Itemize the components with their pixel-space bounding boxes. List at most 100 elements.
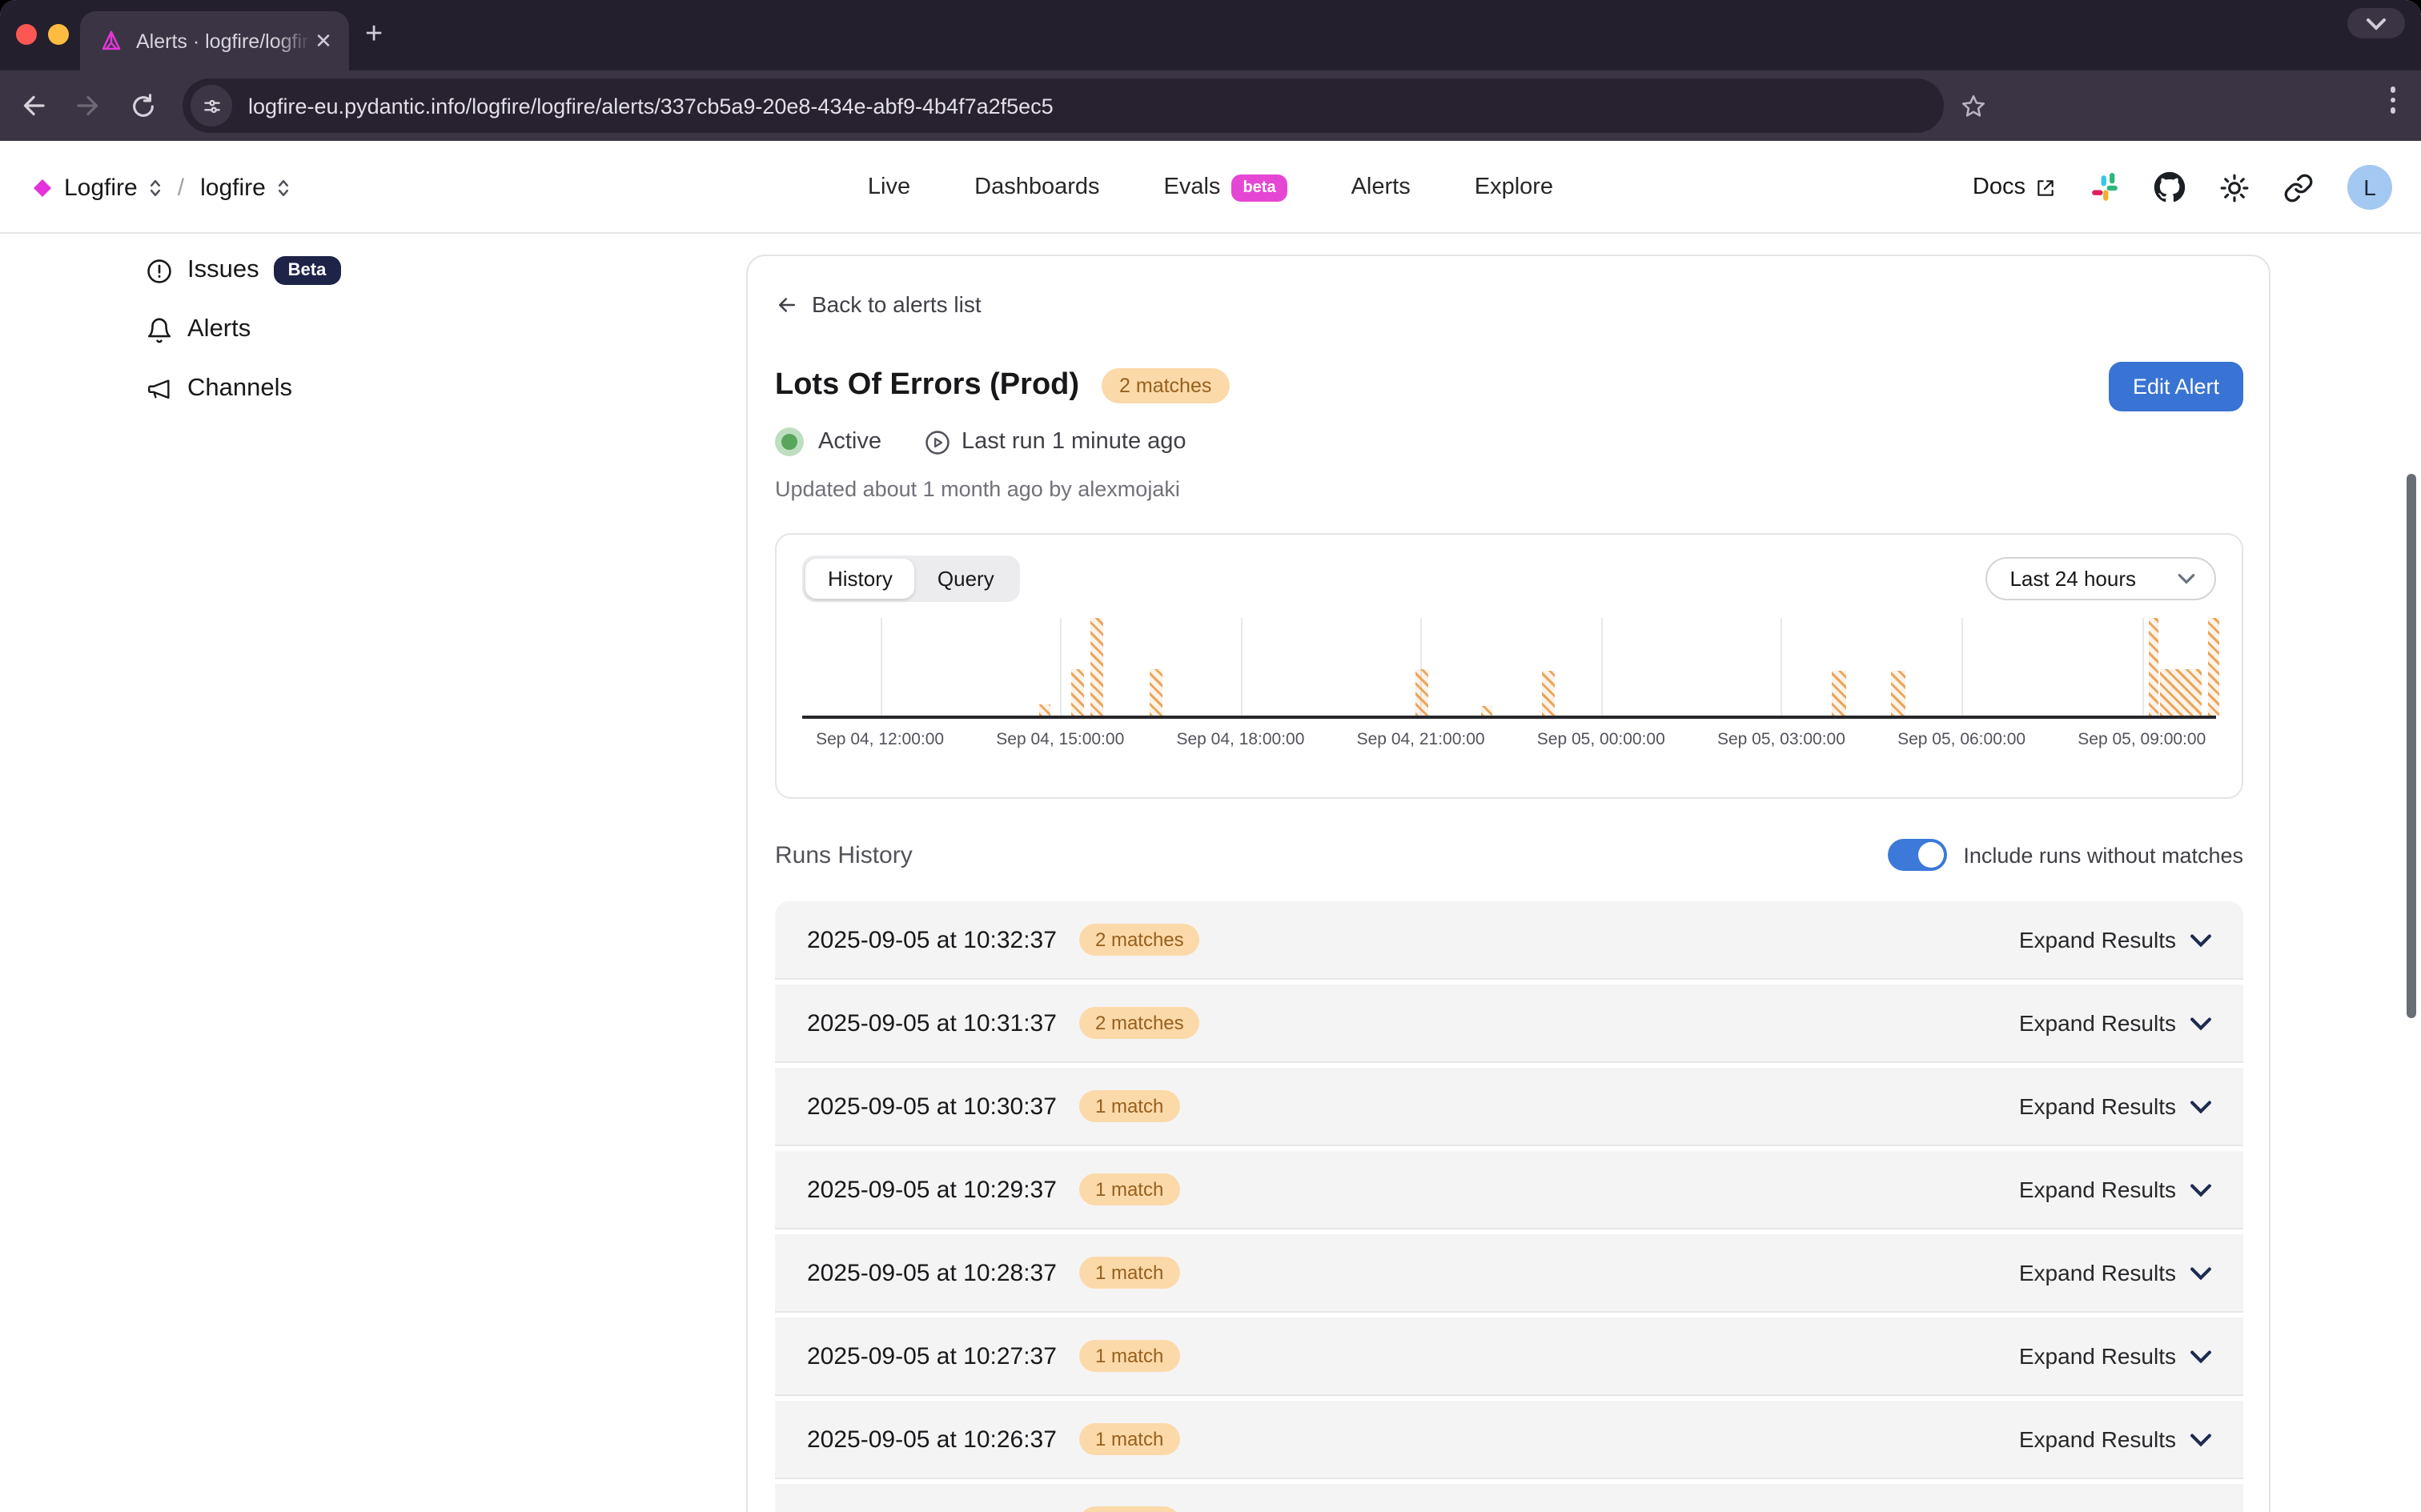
matches-bar-chart[interactable] xyxy=(802,618,2216,719)
updated-by-text: Updated about 1 month ago by alexmojaki xyxy=(775,477,2243,501)
alert-detail-card: Back to alerts list Lots Of Errors (Prod… xyxy=(746,255,2270,1512)
chevron-down-icon xyxy=(2190,1182,2211,1197)
chart-bar[interactable] xyxy=(1415,668,1428,716)
back-to-alerts-link[interactable]: Back to alerts list xyxy=(775,291,2243,317)
page-scrollbar[interactable] xyxy=(2407,474,2416,1018)
expand-results-button[interactable]: Expand Results xyxy=(2019,1426,2211,1452)
table-row[interactable]: 2025-09-05 at 10:32:372 matchesExpand Re… xyxy=(775,901,2243,980)
browser-toolbar: logfire-eu.pydantic.info/logfire/logfire… xyxy=(0,70,2421,141)
table-row[interactable]: 2025-09-05 at 10:30:371 matchExpand Resu… xyxy=(775,1068,2243,1146)
nav-item-label: Live xyxy=(868,174,910,200)
github-icon[interactable] xyxy=(2154,171,2186,203)
bookmark-star-icon[interactable] xyxy=(1960,92,1987,119)
table-row[interactable]: 2025-09-05 at 10:27:371 matchExpand Resu… xyxy=(775,1317,2243,1396)
history-query-tabs: HistoryQuery xyxy=(802,555,1020,602)
header-actions: Docs L xyxy=(1973,141,2392,234)
slack-icon[interactable] xyxy=(2090,172,2120,203)
table-row[interactable]: 2025-09-05 at 10:28:371 matchExpand Resu… xyxy=(775,1234,2243,1313)
run-timestamp: 2025-09-05 at 10:28:37 xyxy=(807,1259,1057,1286)
chart-bar[interactable] xyxy=(1542,671,1555,716)
site-settings-icon[interactable] xyxy=(191,85,232,126)
last-run-label: Last run 1 minute ago xyxy=(962,429,1186,455)
new-tab-button[interactable]: + xyxy=(365,19,383,51)
nav-item-live[interactable]: Live xyxy=(868,174,910,200)
chart-bar[interactable] xyxy=(1150,668,1162,716)
tab-close-icon[interactable]: ✕ xyxy=(311,28,336,54)
last-run: Last run 1 minute ago xyxy=(923,428,1186,455)
url-text[interactable]: logfire-eu.pydantic.info/logfire/logfire… xyxy=(248,94,1054,118)
nav-item-label: Alerts xyxy=(1351,174,1411,200)
chart-bar[interactable] xyxy=(1891,671,1905,716)
time-range-select[interactable]: Last 24 hours xyxy=(1985,557,2216,600)
chart-bar[interactable] xyxy=(2150,618,2159,716)
selector-chevrons-icon[interactable] xyxy=(149,177,162,198)
chart-tick-label: Sep 05, 03:00:00 xyxy=(1717,730,1845,749)
chart-x-axis-labels: Sep 04, 12:00:00Sep 04, 15:00:00Sep 04, … xyxy=(802,719,2216,760)
avatar[interactable]: L xyxy=(2347,165,2392,210)
history-chart-card: HistoryQuery Last 24 hours Sep 04, 12:00… xyxy=(775,533,2243,799)
browser-menu-icon[interactable] xyxy=(2390,86,2395,113)
chevron-down-icon xyxy=(2190,932,2211,947)
table-row[interactable]: 2025-09-05 at 10:25:371 matchExpand Resu… xyxy=(775,1484,2243,1512)
chart-tick-label: Sep 04, 18:00:00 xyxy=(1176,730,1304,749)
run-matches-badge: 1 match xyxy=(1079,1340,1179,1372)
tab-history[interactable]: History xyxy=(805,559,915,599)
sidebar-item-channels[interactable]: Channels xyxy=(146,368,626,410)
chart-bar[interactable] xyxy=(2159,668,2201,716)
table-row[interactable]: 2025-09-05 at 10:26:371 matchExpand Resu… xyxy=(775,1401,2243,1479)
chart-bar[interactable] xyxy=(1832,671,1846,716)
alert-status-row: Active Last run 1 minute ago xyxy=(775,426,2243,458)
docs-link[interactable]: Docs xyxy=(1973,174,2056,200)
chart-bar[interactable] xyxy=(1481,706,1492,716)
chart-bar[interactable] xyxy=(2207,618,2218,716)
include-runs-label: Include runs without matches xyxy=(1963,843,2243,867)
expand-results-button[interactable]: Expand Results xyxy=(2019,1343,2211,1369)
browser-back-button[interactable] xyxy=(13,85,54,126)
sidebar-item-alerts[interactable]: Alerts xyxy=(146,309,626,351)
browser-window: Alerts · logfire/logfire · Pydan ✕ + log… xyxy=(0,0,2421,1512)
tab-search-button[interactable] xyxy=(2347,8,2405,38)
expand-results-button[interactable]: Expand Results xyxy=(2019,1010,2211,1036)
project-switcher[interactable]: logfire xyxy=(200,174,266,201)
sidebar-item-issues[interactable]: IssuesBeta xyxy=(146,250,626,291)
url-bar[interactable]: logfire-eu.pydantic.info/logfire/logfire… xyxy=(183,78,1944,133)
run-matches-badge: 1 match xyxy=(1079,1173,1179,1205)
expand-results-label: Expand Results xyxy=(2019,1093,2176,1119)
external-link-icon xyxy=(2035,177,2056,198)
expand-results-label: Expand Results xyxy=(2019,1010,2176,1036)
chevron-down-icon xyxy=(2178,573,2195,584)
expand-results-button[interactable]: Expand Results xyxy=(2019,1093,2211,1119)
table-row[interactable]: 2025-09-05 at 10:29:371 matchExpand Resu… xyxy=(775,1151,2243,1229)
expand-results-button[interactable]: Expand Results xyxy=(2019,1177,2211,1202)
chart-bar[interactable] xyxy=(1040,704,1051,716)
tab-query[interactable]: Query xyxy=(915,559,1017,599)
selector-chevrons-icon[interactable] xyxy=(277,177,290,198)
browser-forward-button[interactable] xyxy=(67,85,109,126)
beta-badge: beta xyxy=(1231,174,1287,201)
sun-icon[interactable] xyxy=(2219,172,2250,203)
docs-label: Docs xyxy=(1973,174,2026,200)
close-window-button[interactable] xyxy=(16,24,37,45)
expand-results-button[interactable]: Expand Results xyxy=(2019,1260,2211,1285)
include-runs-toggle[interactable] xyxy=(1888,839,1947,871)
browser-tab[interactable]: Alerts · logfire/logfire · Pydan ✕ xyxy=(80,11,349,70)
breadcrumb-separator: / xyxy=(178,174,184,201)
edit-alert-button[interactable]: Edit Alert xyxy=(2109,361,2243,411)
nav-item-explore[interactable]: Explore xyxy=(1475,174,1553,200)
browser-reload-button[interactable] xyxy=(122,85,163,126)
chevron-down-icon xyxy=(2190,1099,2211,1113)
chevron-down-icon xyxy=(2190,1349,2211,1363)
minimize-window-button[interactable] xyxy=(48,24,69,45)
nav-item-evals[interactable]: Evalsbeta xyxy=(1164,174,1287,201)
chart-bar[interactable] xyxy=(1071,668,1084,716)
sidebar-item-label: Alerts xyxy=(187,315,251,344)
expand-results-button[interactable]: Expand Results xyxy=(2019,927,2211,953)
org-switcher[interactable]: Logfire xyxy=(64,174,138,201)
expand-results-label: Expand Results xyxy=(2019,1177,2176,1202)
nav-item-dashboards[interactable]: Dashboards xyxy=(974,174,1099,200)
nav-item-alerts[interactable]: Alerts xyxy=(1351,174,1411,200)
runs-history-title: Runs History xyxy=(775,841,913,868)
table-row[interactable]: 2025-09-05 at 10:31:372 matchesExpand Re… xyxy=(775,985,2243,1063)
link-icon[interactable] xyxy=(2283,172,2314,203)
chart-bar[interactable] xyxy=(1090,618,1103,716)
